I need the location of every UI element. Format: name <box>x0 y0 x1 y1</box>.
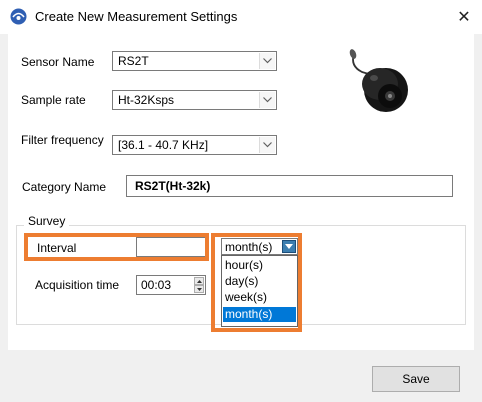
save-button[interactable]: Save <box>372 366 460 392</box>
dialog-window: Create New Measurement Settings ✕ Sensor… <box>0 0 482 402</box>
sensor-name-label: Sensor Name <box>21 55 95 69</box>
sensor-icon <box>349 49 408 112</box>
window-title: Create New Measurement Settings <box>35 9 238 24</box>
caret-down-icon <box>196 287 202 291</box>
acquisition-time-value: 00:03 <box>141 278 172 292</box>
sensor-name-value: RS2T <box>118 54 149 68</box>
acquisition-time-label: Acquisition time <box>35 278 120 292</box>
close-button[interactable]: ✕ <box>450 3 478 31</box>
sample-rate-select[interactable]: Ht-32Ksps <box>112 90 277 110</box>
interval-highlight-box <box>24 233 209 261</box>
unit-highlight-box <box>211 233 302 332</box>
sample-rate-value: Ht-32Ksps <box>118 93 175 107</box>
category-name-input[interactable]: RS2T(Ht-32k) <box>126 175 453 197</box>
spin-down-button[interactable] <box>194 285 204 293</box>
close-icon: ✕ <box>457 9 471 26</box>
logo-icon <box>10 8 27 25</box>
filter-frequency-label: Filter frequency <box>21 133 104 147</box>
category-name-value: RS2T(Ht-32k) <box>135 179 211 193</box>
caret-up-icon <box>196 279 202 283</box>
spin-up-button[interactable] <box>194 277 204 285</box>
acquisition-time-input[interactable]: 00:03 <box>136 275 206 295</box>
survey-group-label: Survey <box>24 214 70 228</box>
sensor-name-select[interactable]: RS2T <box>112 51 277 71</box>
acquisition-time-spinner <box>194 277 204 293</box>
filter-frequency-value: [36.1 - 40.7 KHz] <box>118 138 209 152</box>
title-bar: Create New Measurement Settings ✕ <box>0 0 482 34</box>
chevron-down-icon <box>259 92 275 108</box>
sample-rate-label: Sample rate <box>21 93 86 107</box>
chevron-down-icon <box>259 53 275 69</box>
category-name-label: Category Name <box>22 180 107 194</box>
filter-frequency-select[interactable]: [36.1 - 40.7 KHz] <box>112 135 277 155</box>
save-button-label: Save <box>402 372 430 386</box>
chevron-down-icon <box>259 137 275 153</box>
